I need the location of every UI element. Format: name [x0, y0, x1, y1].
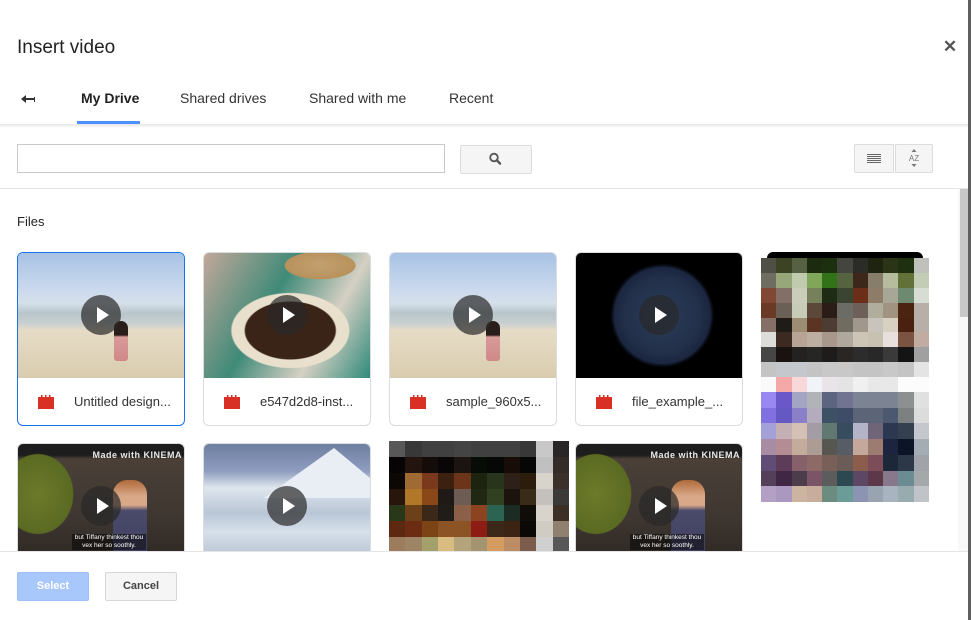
search-input[interactable]: [17, 144, 445, 173]
file-card[interactable]: e547d2d8-inst...: [203, 252, 371, 426]
tab-shared-drives[interactable]: Shared drives: [180, 90, 266, 106]
play-icon: [267, 486, 307, 526]
footer-divider: [0, 551, 968, 552]
tab-shared-with-me[interactable]: Shared with me: [309, 90, 406, 106]
play-icon: [267, 295, 307, 335]
video-thumbnail: Made with KINEMA but Tiffany thinkest tho…: [576, 444, 742, 551]
tab-recent[interactable]: Recent: [449, 90, 493, 106]
play-icon: [81, 295, 121, 335]
insert-video-dialog: Insert video ✕ My Drive Shared drives Sh…: [0, 0, 971, 620]
tab-my-drive[interactable]: My Drive: [81, 90, 139, 106]
file-name: Untitled design...: [74, 394, 171, 409]
play-icon: [81, 486, 121, 526]
file-card[interactable]: file_example_...: [575, 252, 743, 426]
vertical-scrollbar[interactable]: [958, 189, 968, 551]
file-grid-area: Files Untitled design... e547d2d8-inst...…: [0, 189, 958, 551]
file-card[interactable]: [761, 252, 929, 502]
sort-az-icon: AZ: [909, 149, 919, 167]
file-name: file_example_...: [632, 394, 724, 409]
search-button[interactable]: [460, 145, 532, 174]
list-view-icon: [867, 154, 881, 163]
thumbnail-subtitle: but Tiffany thinkest thou vex her so soo…: [72, 534, 146, 550]
dialog-title: Insert video: [17, 37, 116, 58]
play-icon: [639, 295, 679, 335]
file-card[interactable]: Untitled design...: [17, 252, 185, 426]
file-name: sample_960x5...: [446, 394, 542, 409]
play-icon: [639, 486, 679, 526]
video-thumbnail: [576, 253, 742, 378]
svg-text:AZ: AZ: [909, 154, 919, 163]
pixelated-thumbnail: [761, 392, 929, 502]
back-arrow-icon[interactable]: [17, 88, 39, 110]
file-card[interactable]: [203, 443, 371, 551]
source-tabs: My Drive Shared drives Shared with me Re…: [0, 76, 968, 124]
file-card[interactable]: [389, 441, 569, 551]
file-card-footer: file_example_...: [576, 378, 742, 425]
video-file-icon: [38, 395, 54, 409]
video-thumbnail: [204, 444, 370, 551]
header-shadow: [0, 124, 968, 128]
video-thumbnail: [390, 253, 556, 378]
play-icon: [453, 295, 493, 335]
search-icon: [489, 152, 502, 165]
cancel-button[interactable]: Cancel: [105, 572, 177, 601]
thumbnail-watermark: Made with KINEMA: [92, 450, 182, 460]
file-card-footer: sample_960x5...: [390, 378, 556, 425]
file-card[interactable]: sample_960x5...: [389, 252, 557, 426]
video-file-icon: [224, 395, 240, 409]
file-card-footer: Untitled design...: [18, 378, 184, 425]
select-button[interactable]: Select: [17, 572, 89, 601]
list-view-button[interactable]: [854, 144, 894, 173]
video-thumbnail: [18, 253, 184, 378]
pixelated-thumbnail: [761, 258, 929, 392]
file-card[interactable]: Made with KINEMA but Tiffany thinkest tho…: [17, 443, 185, 551]
thumbnail-subtitle: but Tiffany thinkest thou vex her so soo…: [630, 534, 704, 550]
pixelated-thumbnail: [389, 441, 569, 551]
video-thumbnail: Made with KINEMA but Tiffany thinkest tho…: [18, 444, 184, 551]
close-icon[interactable]: ✕: [942, 38, 958, 55]
file-card[interactable]: Made with KINEMA but Tiffany thinkest tho…: [575, 443, 743, 551]
file-name: e547d2d8-inst...: [260, 394, 354, 409]
files-section-label: Files: [17, 214, 45, 229]
scrollbar-thumb[interactable]: [960, 189, 968, 317]
thumbnail-watermark: Made with KINEMA: [650, 450, 740, 460]
video-file-icon: [410, 395, 426, 409]
video-file-icon: [596, 395, 612, 409]
sort-button[interactable]: AZ: [895, 144, 933, 173]
video-thumbnail: [204, 253, 370, 378]
file-card-footer: e547d2d8-inst...: [204, 378, 370, 425]
